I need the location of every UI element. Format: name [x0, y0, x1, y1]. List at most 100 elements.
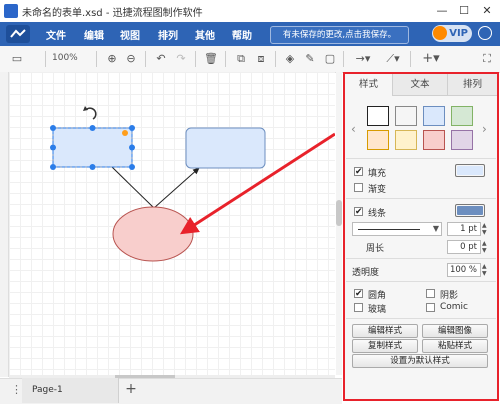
- shadow-icon[interactable]: ▢: [321, 50, 339, 68]
- set-default-style-button[interactable]: 设置为默认样式: [352, 354, 488, 368]
- divider: [346, 258, 496, 259]
- fill-label: 填充: [368, 169, 387, 179]
- connector-arrow: [153, 167, 200, 209]
- vertical-scrollbar-thumb[interactable]: [336, 200, 342, 226]
- ellipse-shape: [112, 206, 194, 262]
- toolbar-divider: [195, 51, 196, 67]
- opacity-stepper[interactable]: ▲ ▼: [482, 263, 490, 277]
- toolbar-divider: [45, 51, 46, 67]
- shadow-label: 阴影: [440, 291, 459, 301]
- gradient-checkbox[interactable]: [354, 183, 363, 192]
- line-width-input[interactable]: 1 pt: [447, 222, 481, 236]
- style-swatch[interactable]: [451, 106, 473, 126]
- menu-other[interactable]: 其他: [195, 27, 215, 42]
- style-swatch[interactable]: [451, 130, 473, 150]
- comic-checkbox[interactable]: [426, 303, 435, 312]
- toolbar-divider: [225, 51, 226, 67]
- diagram-canvas[interactable]: [9, 72, 335, 375]
- opacity-input[interactable]: 100 %: [447, 263, 481, 277]
- edit-image-button[interactable]: 编辑图像: [422, 324, 488, 338]
- chevron-right-icon[interactable]: ›: [482, 122, 487, 136]
- line-color-icon[interactable]: ✎: [301, 50, 319, 68]
- style-swatch[interactable]: [367, 130, 389, 150]
- resize-handle: [50, 164, 56, 170]
- tab-text[interactable]: 文本: [393, 74, 448, 96]
- style-swatch[interactable]: [423, 106, 445, 126]
- redo-icon[interactable]: ↷: [172, 50, 190, 68]
- menu-view[interactable]: 视图: [120, 27, 140, 42]
- left-gutter[interactable]: [0, 72, 9, 377]
- edit-style-button[interactable]: 编辑样式: [352, 324, 418, 338]
- globe-icon[interactable]: [478, 26, 492, 40]
- chevron-down-icon: ▼: [432, 224, 439, 233]
- fill-checkbox[interactable]: ✔: [354, 167, 363, 177]
- selected-rectangle-shape: [52, 127, 133, 168]
- delete-icon[interactable]: 🗑: [202, 50, 220, 68]
- resize-handle: [89, 164, 96, 170]
- line-style-dropdown[interactable]: ▼: [352, 222, 442, 236]
- close-button[interactable]: ✕: [479, 3, 495, 19]
- maximize-button[interactable]: ☐: [456, 3, 472, 19]
- menu-arrange[interactable]: 排列: [158, 27, 178, 42]
- toolbar-divider: [275, 51, 276, 67]
- resize-handle: [50, 144, 56, 151]
- line-color-picker[interactable]: [455, 204, 485, 217]
- gradient-label: 渐变: [368, 185, 387, 195]
- tab-style[interactable]: 样式: [345, 74, 393, 96]
- page-view-icon[interactable]: ▭: [8, 50, 26, 68]
- divider: [346, 158, 496, 159]
- fill-color-picker[interactable]: [455, 164, 485, 177]
- copy-style-button[interactable]: 复制样式: [352, 339, 418, 353]
- comic-label: Comic: [440, 302, 469, 312]
- undo-icon[interactable]: ↶: [152, 50, 170, 68]
- menu-help[interactable]: 帮助: [232, 27, 252, 42]
- glass-checkbox[interactable]: [354, 303, 363, 312]
- toolbar-divider: [145, 51, 146, 67]
- unsaved-changes-notice[interactable]: 有未保存的更改,点击我保存。: [270, 26, 409, 44]
- add-page-button[interactable]: +: [124, 382, 138, 396]
- fill-icon[interactable]: ◈: [281, 50, 299, 68]
- rounded-checkbox[interactable]: ✔: [354, 289, 363, 299]
- to-front-icon[interactable]: ⧉: [232, 50, 250, 68]
- page-menu-icon[interactable]: ⋮: [11, 383, 22, 396]
- style-swatch[interactable]: [367, 106, 389, 126]
- style-swatch[interactable]: [423, 130, 445, 150]
- menu-file[interactable]: 文件: [46, 27, 66, 42]
- chevron-left-icon[interactable]: ‹: [351, 122, 356, 136]
- opacity-label: 透明度: [352, 268, 380, 278]
- minimize-button[interactable]: —: [434, 3, 450, 19]
- menu-edit[interactable]: 编辑: [84, 27, 104, 42]
- fullscreen-icon[interactable]: ⛶: [478, 50, 496, 68]
- divider: [346, 318, 496, 319]
- zoom-out-icon[interactable]: ⊖: [122, 50, 140, 68]
- line-color-swatch: [457, 206, 483, 215]
- line-width-stepper[interactable]: ▲ ▼: [482, 222, 490, 236]
- shadow-checkbox[interactable]: [426, 289, 435, 298]
- page-tab-label[interactable]: Page-1: [32, 385, 63, 395]
- perimeter-stepper[interactable]: ▲ ▼: [482, 240, 490, 254]
- paste-style-button[interactable]: 粘贴样式: [422, 339, 488, 353]
- resize-handle: [89, 125, 96, 131]
- divider: [346, 198, 496, 199]
- app-menu-logo-icon[interactable]: [6, 25, 30, 43]
- style-swatch[interactable]: [395, 130, 417, 150]
- zoom-level-dropdown[interactable]: 100%: [52, 53, 78, 63]
- zoom-in-icon[interactable]: ⊕: [103, 50, 121, 68]
- line-label: 线条: [368, 209, 387, 219]
- tab-arrange[interactable]: 排列: [448, 74, 497, 96]
- to-back-icon[interactable]: ⧈: [252, 50, 270, 68]
- rotate-handle-icon: [83, 106, 97, 120]
- app-logo-icon: [4, 4, 18, 18]
- insert-icon[interactable]: +▾: [418, 50, 444, 68]
- toolbar-divider: [343, 51, 344, 67]
- connection-icon[interactable]: →▾: [350, 50, 376, 68]
- glass-label: 玻璃: [368, 305, 387, 315]
- style-swatch[interactable]: [395, 106, 417, 126]
- connector-line: [111, 166, 155, 209]
- toolbar-divider: [96, 51, 97, 67]
- divider: [346, 281, 496, 282]
- perimeter-input[interactable]: 0 pt: [447, 240, 481, 254]
- waypoint-icon[interactable]: ⟋▾: [380, 50, 406, 68]
- line-checkbox[interactable]: ✔: [354, 207, 363, 217]
- resize-handle: [129, 144, 135, 151]
